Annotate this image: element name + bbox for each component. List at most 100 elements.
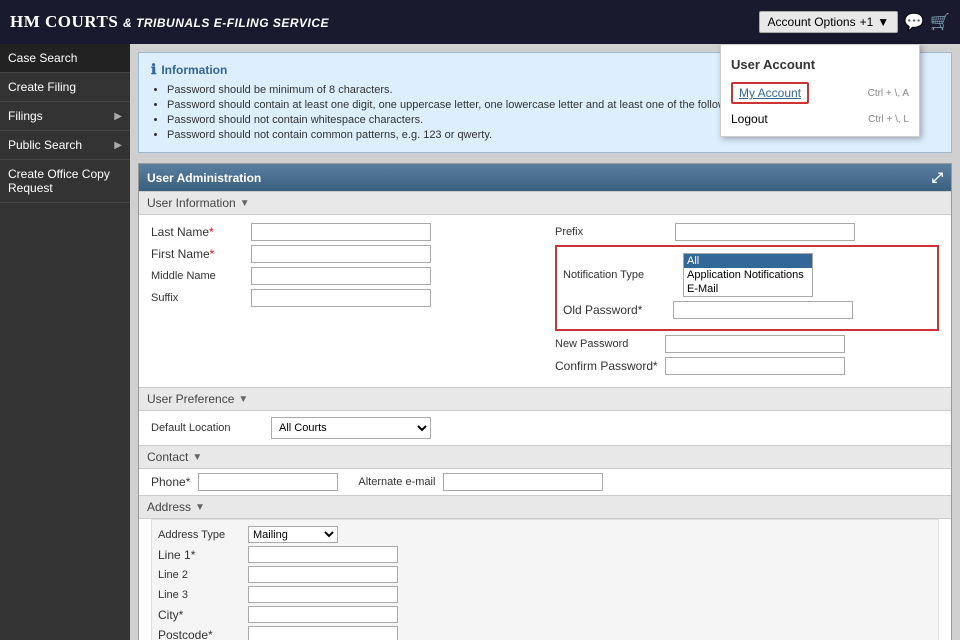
default-location-label: Default Location — [151, 422, 261, 434]
my-account-menu-item[interactable]: My Account Ctrl + \, A — [721, 78, 919, 108]
account-options-label: Account Options — [768, 15, 856, 29]
line1-input[interactable] — [248, 546, 398, 563]
address-section-header[interactable]: Address ▼ — [139, 495, 951, 519]
new-password-label: New Password — [555, 338, 665, 350]
confirm-password-input[interactable] — [665, 357, 845, 375]
postcode-input[interactable] — [248, 626, 398, 640]
header-right: Account Options +1 ▼ 💬 🛒 — [759, 11, 950, 33]
sidebar-label-case-search: Case Search — [8, 51, 77, 65]
default-location-select[interactable]: All Courts — [271, 417, 431, 439]
phone-field: Phone* — [151, 473, 338, 491]
line2-input[interactable] — [248, 566, 398, 583]
collapse-icon: ▼ — [240, 198, 250, 209]
address-type-label: Address Type — [158, 529, 248, 541]
confirm-password-label: Confirm Password* — [555, 359, 665, 373]
sidebar-item-filings[interactable]: Filings ▶ — [0, 102, 130, 131]
notification-type-label: Notification Type — [563, 269, 683, 281]
user-info-section-header[interactable]: User Information ▼ — [139, 191, 951, 215]
info-icon: ℹ — [151, 61, 156, 78]
notification-type-row: Notification Type All Application Notifi… — [563, 253, 931, 297]
sidebar-item-create-office-copy[interactable]: Create Office Copy Request — [0, 160, 130, 203]
new-password-input[interactable] — [665, 335, 845, 353]
prefix-input[interactable] — [675, 223, 855, 241]
sidebar-label-filings: Filings — [8, 109, 43, 123]
notif-option-app[interactable]: Application Notifications — [684, 268, 812, 282]
chat-icon[interactable]: 💬 — [904, 12, 924, 32]
alt-email-field: Alternate e-mail — [358, 473, 603, 491]
old-password-label: Old Password* — [563, 303, 673, 317]
notification-type-select[interactable]: All Application Notifications E-Mail — [683, 253, 813, 297]
city-row: City* — [158, 606, 932, 623]
line1-label: Line 1* — [158, 548, 248, 562]
first-name-label: First Name* — [151, 247, 251, 261]
suffix-input[interactable] — [251, 289, 431, 307]
account-dropdown: User Account My Account Ctrl + \, A Logo… — [720, 44, 920, 137]
chevron-right-icon-2: ▶ — [114, 140, 122, 151]
my-account-label[interactable]: My Account — [731, 82, 809, 104]
logout-shortcut: Ctrl + \, L — [868, 114, 909, 125]
notification-section: Notification Type All Application Notifi… — [555, 245, 939, 331]
app-header: HM Courts & Tribunals E-Filing Service A… — [0, 0, 960, 44]
first-name-row: First Name* — [151, 245, 535, 263]
line2-row: Line 2 — [158, 566, 932, 583]
prefix-label: Prefix — [555, 226, 675, 238]
chevron-right-icon: ▶ — [114, 111, 122, 122]
address-label: Address — [147, 500, 191, 514]
phone-input[interactable] — [198, 473, 338, 491]
logout-menu-item[interactable]: Logout Ctrl + \, L — [721, 108, 919, 130]
old-password-input[interactable] — [673, 301, 853, 319]
contact-section-header[interactable]: Contact ▼ — [139, 445, 951, 469]
sidebar-item-case-search[interactable]: Case Search — [0, 44, 130, 73]
sidebar: Case Search Create Filing Filings ▶ Publ… — [0, 44, 130, 640]
alt-email-input[interactable] — [443, 473, 603, 491]
alt-email-label: Alternate e-mail — [358, 476, 435, 488]
suffix-row: Suffix — [151, 289, 535, 307]
right-col: Prefix Notification Type All Application… — [555, 223, 939, 379]
sidebar-item-public-search[interactable]: Public Search ▶ — [0, 131, 130, 160]
suffix-label: Suffix — [151, 292, 251, 304]
city-input[interactable] — [248, 606, 398, 623]
user-info-form: Last Name* First Name* Middle Name — [139, 215, 951, 387]
notif-option-all[interactable]: All — [684, 254, 812, 268]
line3-input[interactable] — [248, 586, 398, 603]
panel-header: User Administration ⤢ — [139, 164, 951, 191]
user-admin-panel: User Administration ⤢ User Information ▼… — [138, 163, 952, 640]
city-label: City* — [158, 608, 248, 622]
middle-name-input[interactable] — [251, 267, 431, 285]
location-row: Default Location All Courts — [139, 411, 951, 445]
postcode-row: Postcode* — [158, 626, 932, 640]
first-name-input[interactable] — [251, 245, 431, 263]
my-account-shortcut: Ctrl + \, A — [868, 88, 909, 99]
address-inner: Address Type Mailing Line 1* Line 2 — [151, 519, 939, 640]
basket-icon[interactable]: 🛒 — [930, 12, 950, 32]
left-col: Last Name* First Name* Middle Name — [151, 223, 535, 379]
account-options-count: +1 — [860, 15, 874, 29]
confirm-password-row: Confirm Password* — [555, 357, 939, 375]
panel-title: User Administration — [147, 171, 261, 185]
sidebar-label-public-search: Public Search — [8, 138, 82, 152]
user-info-two-col: Last Name* First Name* Middle Name — [151, 223, 939, 379]
line3-row: Line 3 — [158, 586, 932, 603]
address-type-row: Address Type Mailing — [158, 526, 932, 543]
sidebar-label-create-filing: Create Filing — [8, 80, 76, 94]
notif-option-email[interactable]: E-Mail — [684, 282, 812, 296]
collapse-icon-3: ▼ — [192, 452, 202, 463]
line1-row: Line 1* — [158, 546, 932, 563]
expand-icon[interactable]: ⤢ — [932, 169, 943, 186]
required-star: * — [209, 225, 214, 239]
phone-label: Phone* — [151, 475, 190, 489]
collapse-icon-4: ▼ — [195, 502, 205, 513]
prefix-row: Prefix — [555, 223, 939, 241]
user-preference-section-header[interactable]: User Preference ▼ — [139, 387, 951, 411]
last-name-input[interactable] — [251, 223, 431, 241]
collapse-icon-2: ▼ — [238, 394, 248, 405]
required-star-2: * — [210, 247, 215, 261]
logout-label[interactable]: Logout — [731, 112, 768, 126]
sidebar-item-create-filing[interactable]: Create Filing — [0, 73, 130, 102]
user-info-section-label: User Information — [147, 196, 236, 210]
address-type-select[interactable]: Mailing — [248, 526, 338, 543]
old-password-row: Old Password* — [563, 301, 931, 319]
chevron-down-icon: ▼ — [877, 15, 889, 29]
account-options-button[interactable]: Account Options +1 ▼ — [759, 11, 899, 33]
postcode-label: Postcode* — [158, 628, 248, 640]
